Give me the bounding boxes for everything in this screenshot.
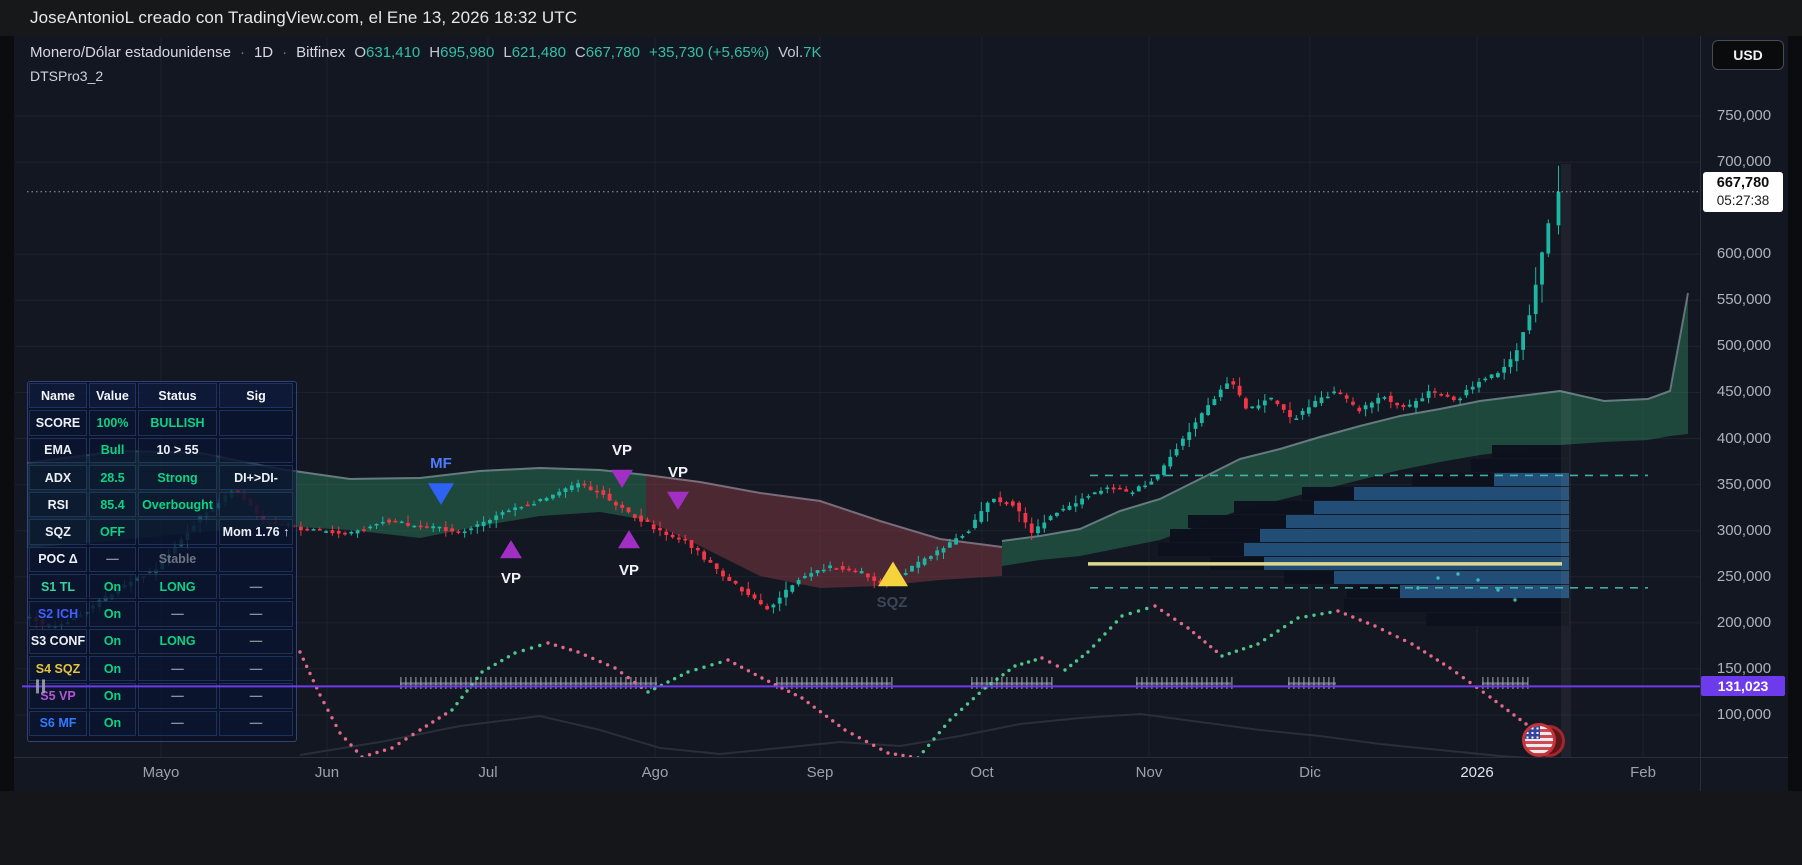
ohlc-high: H695,980	[429, 44, 494, 61]
indicator-name: DTSPro3_2	[30, 68, 103, 84]
time-tick-label: Nov	[1136, 764, 1163, 781]
price-tick-label: 550,000	[1702, 291, 1786, 308]
volume: Vol.7K	[778, 44, 821, 61]
time-tick-label: Dic	[1299, 764, 1321, 781]
high-label: H	[429, 44, 440, 61]
ohlc-close: C667,780	[575, 44, 640, 61]
price-tick-label: 350,000	[1702, 476, 1786, 493]
open-value: 631,410	[366, 44, 420, 61]
current-price-label: 667,780 05:27:38	[1703, 172, 1783, 212]
time-tick-label: Sep	[807, 764, 834, 781]
low-value: 621,480	[512, 44, 566, 61]
price-tick-label: 250,000	[1702, 568, 1786, 585]
ohlc-open: O631,410	[354, 44, 420, 61]
close-value: 667,780	[586, 44, 640, 61]
interval-label: 1D	[254, 44, 273, 61]
low-label: L	[503, 44, 511, 61]
price-tick-label: 150,000	[1702, 660, 1786, 677]
time-tick-label: 2026	[1460, 764, 1493, 781]
price-tick-label: 300,000	[1702, 522, 1786, 539]
time-tick-label: Jun	[315, 764, 339, 781]
us-flag-event-icon[interactable]	[1522, 722, 1566, 758]
price-tick-label: 100,000	[1702, 706, 1786, 723]
open-label: O	[354, 44, 366, 61]
price-tick-label: 500,000	[1702, 337, 1786, 354]
ohlc-low: L621,480	[503, 44, 566, 61]
price-tick-label: 450,000	[1702, 383, 1786, 400]
high-value: 695,980	[440, 44, 494, 61]
volume-value: 7K	[803, 44, 821, 61]
time-tick-label: Oct	[970, 764, 993, 781]
price-tick-label: 600,000	[1702, 245, 1786, 262]
current-price-value: 667,780	[1717, 174, 1769, 192]
symbol-info-bar: Monero/Dólar estadounidense · 1D · Bitfi…	[30, 44, 821, 61]
time-tick-label: Feb	[1630, 764, 1656, 781]
bar-countdown: 05:27:38	[1717, 192, 1770, 210]
price-tick-label: 750,000	[1702, 107, 1786, 124]
separator: ·	[282, 44, 287, 61]
price-line-handle[interactable]	[36, 679, 39, 693]
time-tick-label: Ago	[642, 764, 669, 781]
flag-front-circle	[1522, 723, 1556, 757]
separator: ·	[240, 44, 245, 61]
tradingview-snapshot: JoseAntonioL creado con TradingView.com,…	[0, 0, 1802, 865]
time-tick-label: Mayo	[143, 764, 180, 781]
currency-toggle-button[interactable]: USD	[1712, 40, 1784, 70]
time-tick-label: Jul	[478, 764, 497, 781]
volume-label: Vol.	[778, 44, 803, 61]
price-line-handle[interactable]	[42, 679, 45, 693]
flag-canton	[1525, 726, 1540, 739]
close-label: C	[575, 44, 586, 61]
symbol-name: Monero/Dólar estadounidense	[30, 44, 231, 61]
change-value: +35,730 (+5,65%)	[649, 44, 769, 61]
price-tick-label: 200,000	[1702, 614, 1786, 631]
price-tick-label: 400,000	[1702, 430, 1786, 447]
exchange-name: Bitfinex	[296, 44, 345, 61]
price-tick-label: 700,000	[1702, 153, 1786, 170]
level-price-label: 131,023	[1701, 676, 1785, 696]
